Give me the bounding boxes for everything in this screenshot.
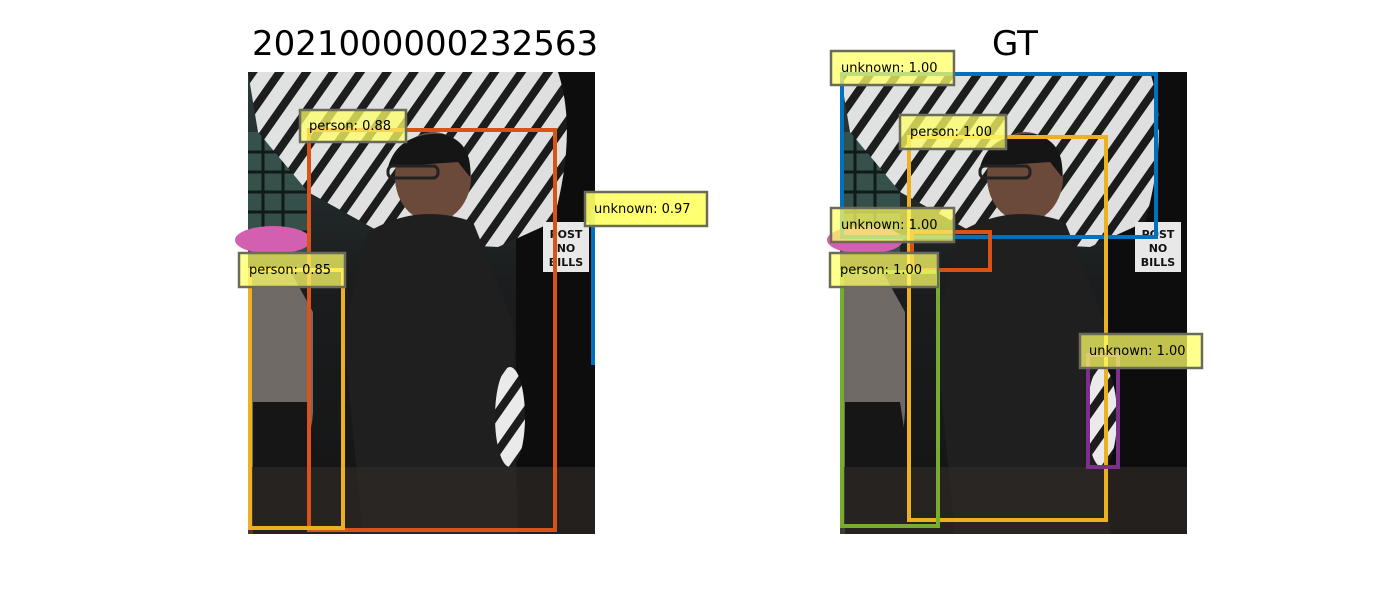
svg-text:unknown: 0.97: unknown: 0.97 bbox=[594, 202, 691, 217]
svg-text:unknown: 1.00: unknown: 1.00 bbox=[841, 218, 938, 233]
label-unknown-097: unknown: 0.97 bbox=[583, 190, 709, 228]
svg-text:person: 1.00: person: 1.00 bbox=[910, 125, 992, 140]
left-photo bbox=[233, 70, 597, 536]
label-person-woman: person: 1.00 bbox=[828, 251, 940, 289]
svg-text:person: 0.85: person: 0.85 bbox=[249, 263, 331, 278]
svg-text:unknown: 1.00: unknown: 1.00 bbox=[1089, 344, 1186, 359]
figure: POST NO BILLS person: 0.88 bbox=[233, 49, 1204, 536]
label-person-man: person: 1.00 bbox=[898, 113, 1008, 151]
svg-text:unknown: 1.00: unknown: 1.00 bbox=[841, 61, 938, 76]
label-unknown-small: unknown: 1.00 bbox=[829, 206, 956, 244]
svg-text:person: 1.00: person: 1.00 bbox=[840, 263, 922, 278]
label-unknown-umbrella: unknown: 1.00 bbox=[829, 49, 956, 87]
svg-text:person: 0.88: person: 0.88 bbox=[309, 119, 391, 134]
label-person-085: person: 0.85 bbox=[237, 251, 347, 289]
label-person-088: person: 0.88 bbox=[298, 108, 408, 144]
label-unknown-bag: unknown: 1.00 bbox=[1078, 332, 1204, 370]
